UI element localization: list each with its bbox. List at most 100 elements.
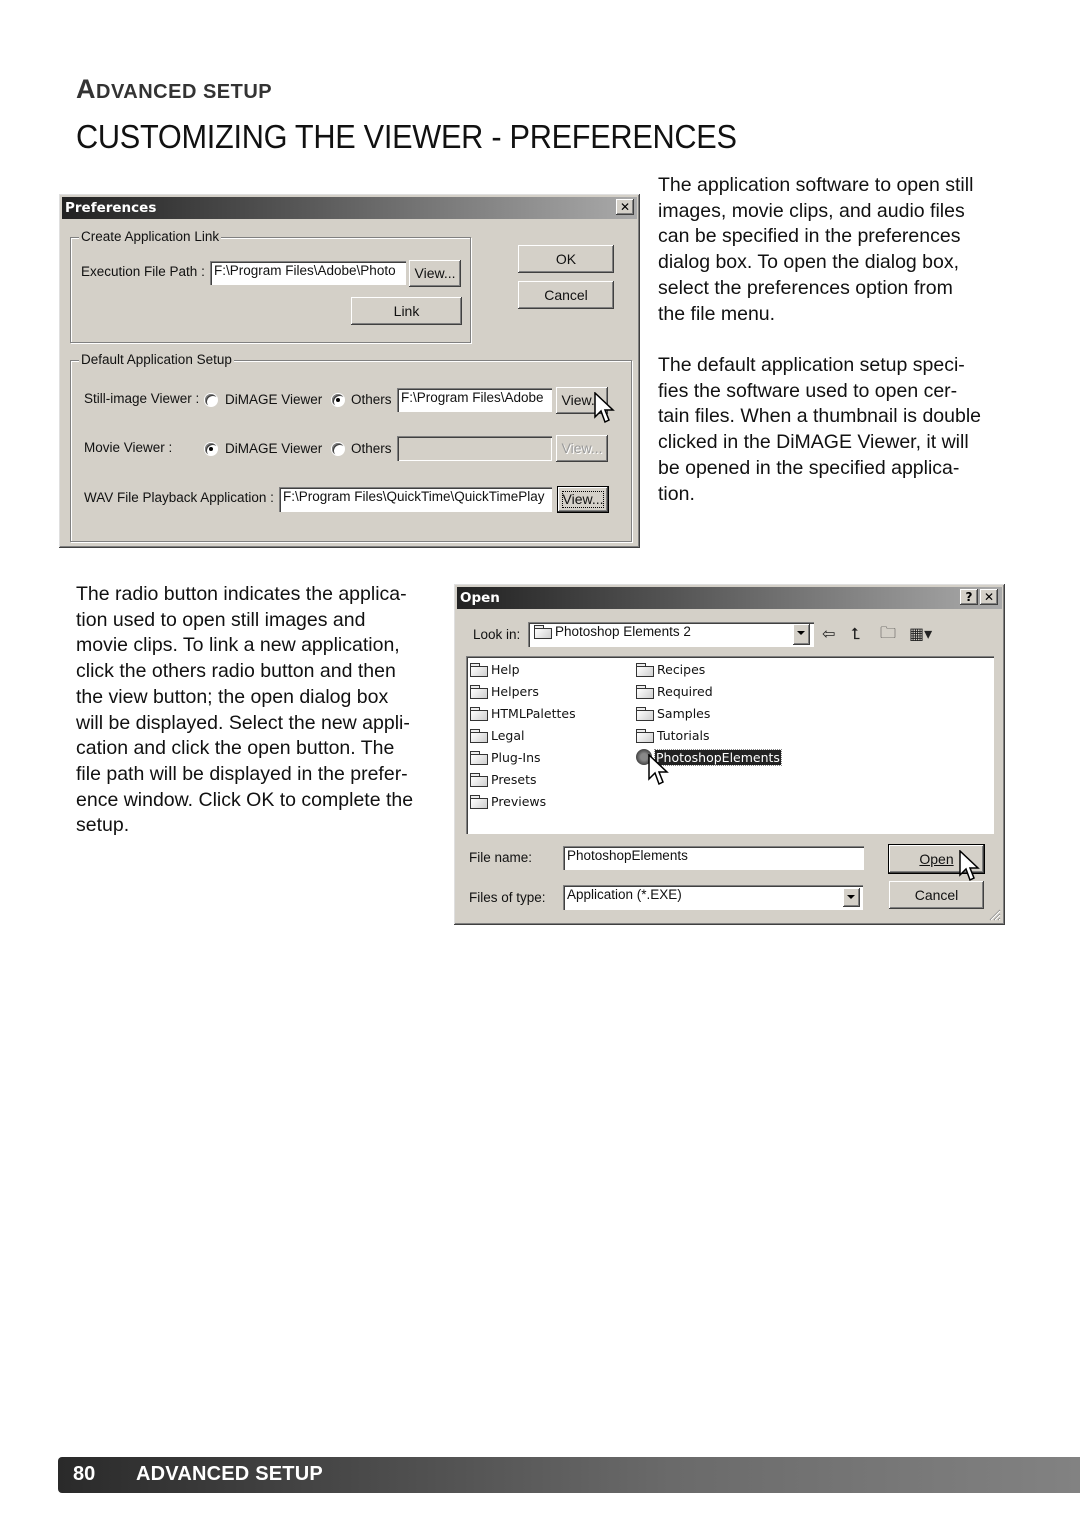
still-dimage-radio[interactable] <box>205 394 217 406</box>
list-item[interactable]: Help <box>470 660 520 680</box>
text-line: The radio button indicates the applica- <box>76 583 407 605</box>
folder-icon <box>636 707 654 721</box>
list-item[interactable]: Presets <box>470 770 537 790</box>
cancel-button[interactable]: Cancel <box>889 881 984 909</box>
section-heading-rest: DVANCED SETUP <box>96 81 273 103</box>
text-line: tion. <box>658 482 695 505</box>
list-item[interactable]: Tutorials <box>636 726 709 746</box>
file-name: Required <box>657 684 713 699</box>
cancel-button[interactable]: Cancel <box>518 281 614 309</box>
group-label: Create Application Link <box>79 229 222 244</box>
file-name: Previews <box>491 794 547 809</box>
list-item[interactable]: Recipes <box>636 660 705 680</box>
wav-label: WAV File Playback Application : <box>84 490 274 505</box>
text-line: ence window. Click OK to complete the <box>76 788 414 811</box>
file-type-label: Files of type: <box>469 890 546 905</box>
focus-ring <box>562 491 604 508</box>
movie-others-radio[interactable] <box>332 443 344 455</box>
movie-view-button: View... <box>556 435 608 462</box>
file-name: PhotoshopElements <box>654 749 782 766</box>
new-folder-icon[interactable]: 🗀 <box>880 622 896 649</box>
button-label: Cancel <box>544 287 588 303</box>
up-folder-icon[interactable]: ⮤ <box>851 624 860 644</box>
text-line: the file menu. <box>658 302 776 325</box>
open-titlebar: Open <box>457 587 1002 609</box>
button-label: Cancel <box>914 887 959 903</box>
list-item[interactable]: Helpers <box>470 682 539 702</box>
file-name: Tutorials <box>657 728 710 743</box>
view-menu-icon[interactable]: ▦▾ <box>909 624 932 643</box>
wav-path-input[interactable]: F:\Program Files\QuickTime\QuickTimePlay <box>279 487 552 512</box>
dialog-title: Preferences <box>65 200 157 216</box>
list-item[interactable]: HTMLPalettes <box>470 704 576 724</box>
intro-paragraph: The application software to open still i… <box>658 173 973 327</box>
folder-icon <box>470 707 488 721</box>
radio-explanation-paragraph: The radio button indicates the applica- … <box>76 582 413 839</box>
mouse-pointer-icon <box>594 392 615 424</box>
file-type-select[interactable]: Application (*.EXE) <box>563 885 863 910</box>
movie-dimage-radio[interactable] <box>205 443 217 455</box>
folder-icon <box>636 729 654 743</box>
text-line: dialog box. To open the dialog box, <box>658 251 960 274</box>
link-button[interactable]: Link <box>351 297 462 325</box>
button-label: View... <box>561 440 603 456</box>
file-name: Samples <box>657 706 711 721</box>
folder-icon <box>636 663 654 677</box>
wav-view-button[interactable]: View... <box>557 486 609 513</box>
file-name: Legal <box>491 728 525 743</box>
page-footer: 80 ADVANCED SETUP <box>58 1457 1080 1493</box>
mouse-pointer-icon <box>648 754 669 786</box>
folder-icon <box>470 773 488 787</box>
radio-label: DiMAGE Viewer <box>225 392 323 407</box>
exec-path-input[interactable]: F:\Program Files\Adobe\Photo <box>210 261 406 285</box>
list-item[interactable]: Samples <box>636 704 710 724</box>
section-heading: ADVANCED SETUP <box>76 74 272 105</box>
movie-viewer-label: Movie Viewer : <box>84 440 173 455</box>
list-item[interactable]: Required <box>636 682 713 702</box>
file-name: Help <box>491 662 520 677</box>
file-name-input[interactable]: PhotoshopElements <box>563 846 864 870</box>
text-line: fies the software used to open cer- <box>658 379 958 402</box>
file-name: Recipes <box>657 662 706 677</box>
help-button[interactable]: ? <box>960 589 978 605</box>
exec-view-button[interactable]: View... <box>409 260 461 287</box>
preferences-dialog: Preferences ✕ Create Application Link Ex… <box>58 193 641 549</box>
close-button[interactable]: ✕ <box>616 199 634 215</box>
folder-icon <box>470 729 488 743</box>
text-line: tion used to open still images and <box>76 608 366 631</box>
file-name: Plug-Ins <box>491 750 541 765</box>
list-item[interactable]: Legal <box>470 726 525 746</box>
folder-icon <box>470 685 488 699</box>
resize-grip-icon[interactable] <box>988 908 1001 921</box>
dialog-title: Open <box>460 590 500 606</box>
text-line: setup. <box>76 814 130 837</box>
close-button[interactable]: ✕ <box>980 589 998 605</box>
folder-icon <box>470 795 488 809</box>
text-line: click the others radio button and then <box>76 660 396 683</box>
file-name: HTMLPalettes <box>491 706 576 721</box>
create-link-group: Create Application Link <box>70 229 471 343</box>
text-line: cation and click the open button. The <box>76 737 395 760</box>
folder-icon <box>470 751 488 765</box>
text-line: file path will be displayed in the prefe… <box>76 762 408 785</box>
button-label: Link <box>393 303 420 319</box>
list-item[interactable]: Plug-Ins <box>470 748 541 768</box>
text-line: the view button; the open dialog box <box>76 685 389 708</box>
back-icon[interactable]: ⇦ <box>822 624 835 643</box>
ok-button[interactable]: OK <box>518 245 614 273</box>
preferences-titlebar: Preferences <box>62 197 637 219</box>
file-type-dropdown-button[interactable] <box>843 888 860 907</box>
radio-label: Others <box>351 392 392 407</box>
text-line: can be specified in the preferences <box>658 225 961 248</box>
page-number: 80 <box>73 1463 96 1485</box>
still-others-radio[interactable] <box>332 394 344 406</box>
default-setup-paragraph: The default application setup speci- fie… <box>658 353 981 507</box>
list-item[interactable]: Previews <box>470 792 546 812</box>
folder-open-icon <box>534 625 552 639</box>
still-path-input[interactable]: F:\Program Files\Adobe <box>397 388 552 412</box>
look-in-value: Photoshop Elements 2 <box>555 624 691 639</box>
button-label: Open <box>919 851 954 867</box>
look-in-dropdown-button[interactable] <box>793 624 810 645</box>
file-list[interactable]: Help Helpers HTMLPalettes Legal Plug-Ins… <box>466 656 994 834</box>
look-in-select[interactable]: Photoshop Elements 2 <box>528 622 814 647</box>
